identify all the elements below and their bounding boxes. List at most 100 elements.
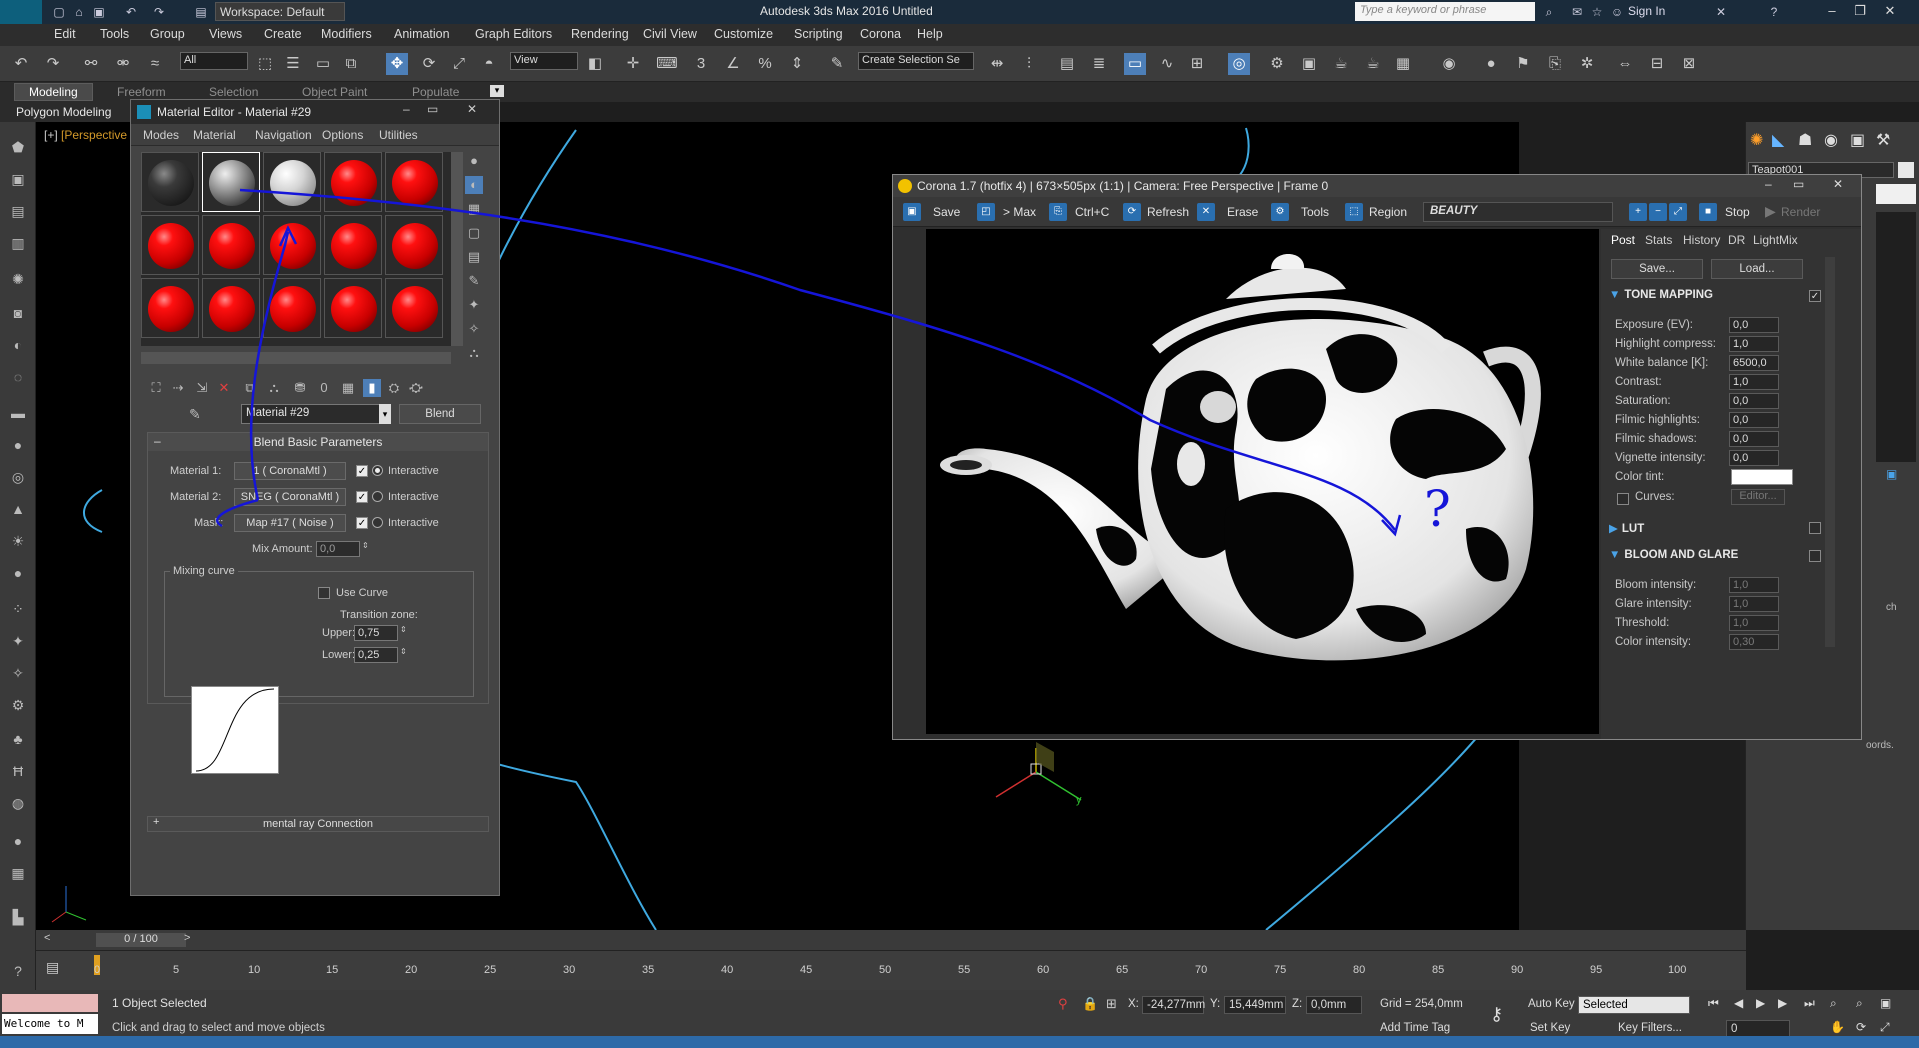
put-to-scene-icon[interactable]: ⇢ — [169, 379, 187, 397]
redo-quick-icon[interactable]: ↷ — [150, 3, 168, 21]
vfb-titlebar[interactable]: Corona 1.7 (hotfix 4) | 673×505px (1:1) … — [893, 175, 1861, 197]
move-icon[interactable]: ✥ — [386, 53, 408, 75]
material1-button[interactable]: 1 ( CoronaMtl ) — [234, 462, 346, 480]
pivot-icon[interactable]: ◧ — [584, 53, 606, 75]
key-icon[interactable]: ⚷ — [1490, 1004, 1503, 1025]
vfb-stop-button[interactable]: Stop — [1725, 203, 1750, 221]
menu-customize[interactable]: Customize — [714, 27, 773, 41]
scene-explorer-icon[interactable]: ▤ — [7, 200, 29, 222]
bloom-intensity-spinner[interactable]: 1,0 — [1729, 577, 1779, 593]
unlink-icon[interactable]: ⚮ — [112, 53, 134, 75]
glare-intensity-spinner[interactable]: 1,0 — [1729, 596, 1779, 612]
viewport-layout-icon[interactable]: ▣ — [7, 168, 29, 190]
material-slot[interactable] — [263, 278, 321, 338]
selection-lock-icon[interactable]: 🔒 — [1082, 996, 1098, 1012]
track-bar[interactable]: ▤ 0 5 10 15 20 25 30 35 40 45 50 55 60 6… — [36, 950, 1746, 990]
rollout-title[interactable]: Blend Basic Parameters — [148, 433, 488, 451]
menu-views[interactable]: Views — [209, 27, 242, 41]
lut-header[interactable]: ▶ LUT — [1609, 521, 1644, 535]
material-editor-titlebar[interactable]: Material Editor - Material #29 – ▭ ✕ — [131, 100, 499, 124]
modifier-list-dropdown[interactable] — [1876, 184, 1916, 204]
modify-tab-icon[interactable]: ◣ — [1772, 130, 1784, 150]
layer-explorer-icon[interactable]: ▤ — [1056, 53, 1078, 75]
vfb-channel-dropdown[interactable]: BEAUTY — [1423, 202, 1613, 222]
select-manipulate-icon[interactable]: ✛ — [622, 53, 644, 75]
bulb-icon[interactable]: ✺ — [7, 268, 29, 290]
material-slot[interactable] — [202, 278, 260, 338]
ref-coord-dropdown[interactable]: View — [510, 52, 578, 70]
material-name-dropdown-arrow[interactable]: ▾ — [379, 404, 391, 424]
vfb-erase-icon[interactable]: ✕ — [1197, 203, 1215, 221]
vfb-close-icon[interactable]: ✕ — [1833, 177, 1843, 191]
cone-icon[interactable]: ▲ — [7, 498, 29, 520]
modifier-stack[interactable] — [1876, 212, 1916, 462]
lower-spinner[interactable]: 0,25 — [354, 647, 398, 663]
zoom-viewport-icon[interactable]: ⌕ — [1830, 996, 1837, 1011]
play-icon[interactable]: ▶ — [1756, 996, 1765, 1010]
display-tab-icon[interactable]: ▣ — [1850, 130, 1865, 150]
add-time-tag-button[interactable]: Add Time Tag — [1380, 1022, 1450, 1034]
select-by-material-icon[interactable]: ✧ — [465, 320, 483, 338]
bloom-glare-header[interactable]: ▼ BLOOM AND GLARE — [1609, 549, 1738, 561]
gear-icon[interactable]: ⚙ — [7, 694, 29, 716]
tone-mapping-checkbox[interactable]: ✓ — [1809, 290, 1821, 302]
material1-enable-checkbox[interactable]: ✓ — [356, 465, 368, 477]
save-file-icon[interactable]: ▣ — [90, 3, 108, 21]
go-to-start-icon[interactable]: ⏮ — [1708, 996, 1719, 1011]
time-next-icon[interactable]: > — [184, 932, 190, 944]
restore-icon[interactable]: ❐ — [1846, 0, 1874, 22]
time-slider[interactable]: < 0 / 100 > — [36, 930, 1746, 950]
bloom-glare-checkbox[interactable] — [1809, 550, 1821, 562]
z-coord-field[interactable]: 0,0mm — [1306, 996, 1362, 1014]
binoculars-icon[interactable]: ⌕ — [1540, 3, 1558, 21]
box-icon[interactable]: ▬ — [7, 402, 29, 424]
me-close-icon[interactable]: ✕ — [467, 102, 477, 116]
keyboard-shortcut-icon[interactable]: ⌨ — [656, 53, 678, 75]
menu-corona[interactable]: Corona — [860, 27, 901, 41]
vfb-zoom-in-icon[interactable]: + — [1629, 203, 1647, 221]
vfb-zoom-out-icon[interactable]: − — [1649, 203, 1667, 221]
material-editor-icon[interactable]: ◎ — [1228, 53, 1250, 75]
zoom-all-icon[interactable]: ⌕ — [1856, 996, 1863, 1011]
vfb-tools-button[interactable]: Tools — [1301, 203, 1329, 221]
open-file-icon[interactable]: ⌂ — [70, 3, 88, 21]
scale-icon[interactable]: ⤢ — [448, 53, 470, 75]
maximize-viewport-icon[interactable]: ⤢ — [1880, 1020, 1890, 1035]
vfb-erase-button[interactable]: Erase — [1227, 203, 1258, 221]
tab-selection[interactable]: Selection — [209, 85, 258, 99]
curves-checkbox[interactable] — [1617, 493, 1629, 505]
me-minimize-icon[interactable]: – — [403, 102, 410, 116]
show-shaded-map-icon[interactable]: ▦ — [339, 379, 357, 397]
material-slot[interactable] — [141, 152, 199, 212]
vfb-post-load-button[interactable]: Load... — [1711, 259, 1803, 279]
menu-animation[interactable]: Animation — [394, 27, 450, 41]
menu-modifiers[interactable]: Modifiers — [321, 27, 372, 41]
menu-civil-view[interactable]: Civil View — [643, 27, 697, 41]
redo-icon[interactable]: ↷ — [42, 53, 64, 75]
mix-amount-spinner[interactable]: 0,0 — [316, 541, 360, 557]
vfb-tab-dr[interactable]: DR — [1728, 233, 1745, 247]
next-frame-icon[interactable]: ▶ — [1778, 996, 1787, 1010]
camera-icon[interactable]: ◙ — [7, 302, 29, 324]
new-file-icon[interactable]: ▢ — [50, 3, 68, 21]
layer-list-icon[interactable]: ▥ — [7, 232, 29, 254]
torus-icon[interactable]: ◎ — [7, 466, 29, 488]
ball-icon[interactable]: ● — [7, 562, 29, 584]
mask-map-button[interactable]: Map #17 ( Noise ) — [234, 514, 346, 532]
create-tab-icon[interactable]: ✺ — [1750, 130, 1763, 150]
vfb-render-button[interactable]: Render — [1781, 203, 1820, 221]
lut-checkbox[interactable] — [1809, 522, 1821, 534]
orbit-icon[interactable]: ⟳ — [1856, 1020, 1866, 1034]
corona-tools-icon[interactable]: ⊟ — [1646, 53, 1668, 75]
menu-scripting[interactable]: Scripting — [794, 27, 843, 41]
hierarchy-tab-icon[interactable]: ☗ — [1798, 130, 1812, 150]
bind-spacewarp-icon[interactable]: ≈ — [144, 53, 166, 75]
vfb-copy-button[interactable]: Ctrl+C — [1075, 203, 1109, 221]
viewport-menu-bracket[interactable]: [+] — [44, 128, 58, 142]
viewport-pov-label[interactable]: [Perspective — [61, 128, 127, 142]
time-prev-icon[interactable]: < — [44, 932, 50, 944]
sphere-icon[interactable]: ● — [7, 434, 29, 456]
align-icon[interactable]: ⫶ — [1018, 53, 1040, 75]
set-key-button[interactable]: Set Key — [1530, 1022, 1570, 1034]
hf-icon[interactable]: Ħ — [7, 760, 29, 782]
